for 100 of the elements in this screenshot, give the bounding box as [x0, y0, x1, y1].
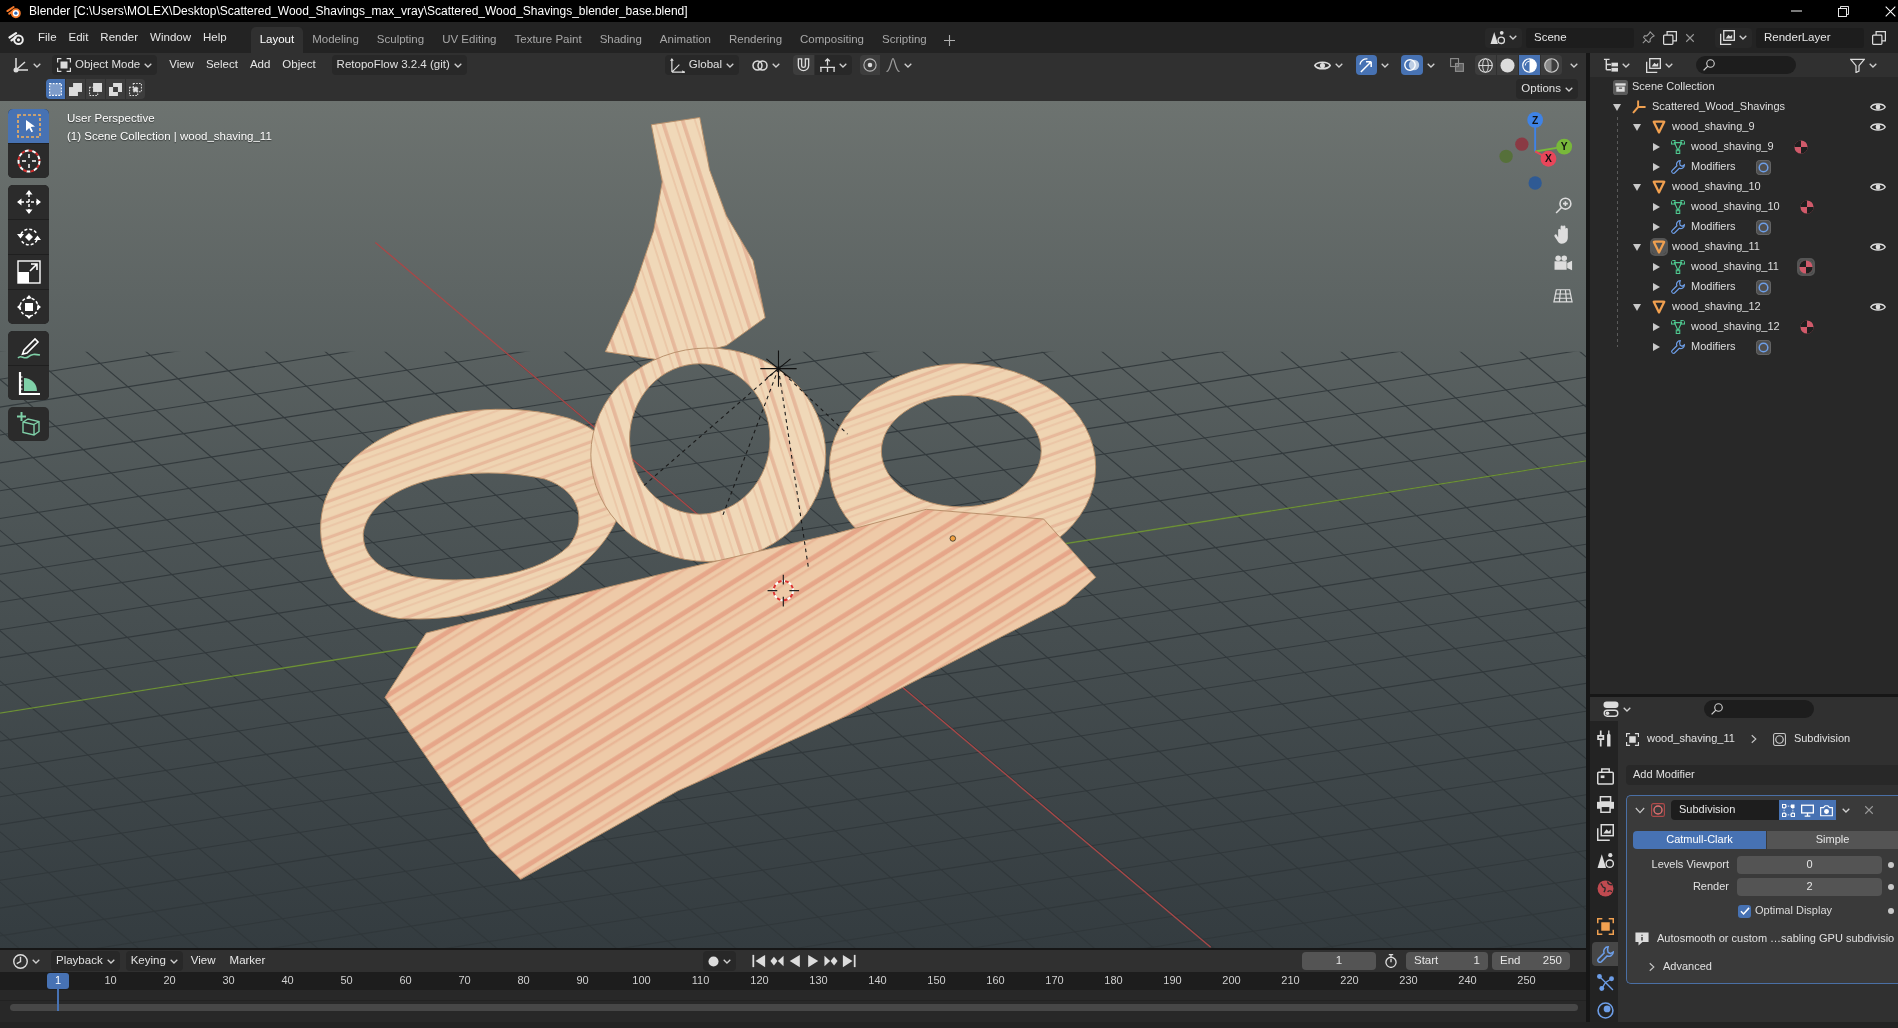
previous-keyframe-icon[interactable] [770, 954, 785, 968]
shading-mode-button[interactable] [1497, 55, 1518, 75]
number-field[interactable]: 2 [1737, 878, 1882, 896]
tool-button[interactable] [8, 331, 49, 365]
tool-button[interactable] [8, 144, 49, 178]
add-modifier-button[interactable]: Add Modifier [1626, 765, 1898, 785]
tool-button[interactable] [8, 185, 49, 219]
modifier-name-field[interactable]: Subdivision [1671, 800, 1779, 820]
outliner-item[interactable]: wood_shaving_11 [1672, 240, 1760, 254]
shading-mode-button[interactable] [1541, 55, 1562, 75]
play-reverse-icon[interactable] [788, 954, 803, 968]
shading-mode-button[interactable] [1475, 55, 1496, 75]
outliner-item[interactable]: wood_shaving_9 [1691, 140, 1774, 154]
search-field[interactable] [1696, 56, 1796, 74]
outliner-item[interactable]: wood_shaving_10 [1691, 200, 1780, 214]
disclosure-triangle-icon[interactable] [1653, 163, 1660, 171]
menu-item[interactable]: Edit [62, 30, 95, 45]
decorator-dot-icon[interactable] [1888, 862, 1894, 868]
checker-ball-icon[interactable] [1799, 320, 1814, 334]
eye-icon[interactable] [1870, 302, 1886, 312]
select-mode-button[interactable] [46, 79, 65, 99]
snap-target-menu[interactable] [815, 55, 852, 75]
outliner-item[interactable]: Modifiers [1691, 340, 1736, 354]
menu-dropdown[interactable]: Playback [51, 951, 120, 971]
decorator-dot-icon[interactable] [1888, 884, 1894, 890]
disclosure-triangle-icon[interactable] [1633, 243, 1641, 251]
workspace-tab[interactable]: Scripting [873, 27, 936, 53]
end-frame-field[interactable]: End 250 [1492, 952, 1570, 970]
menu-dropdown[interactable]: Keying [125, 951, 183, 971]
outliner-item[interactable]: wood_shaving_11 [1691, 260, 1779, 274]
circle-badge-icon[interactable] [1755, 279, 1771, 295]
search-field[interactable] [1704, 700, 1814, 718]
skip-to-start-icon[interactable] [752, 954, 767, 968]
menu-item[interactable]: Help [197, 30, 233, 45]
workspace-tab[interactable]: Texture Paint [505, 27, 591, 53]
workspace-tab[interactable]: Layout [250, 27, 304, 53]
subdivision-type-tab[interactable]: Catmull-Clark [1633, 831, 1766, 849]
disclosure-triangle-icon[interactable] [1653, 223, 1660, 231]
disclosure-triangle-icon[interactable] [1633, 303, 1641, 311]
circle-badge-icon[interactable] [1755, 159, 1771, 175]
disclosure-triangle-icon[interactable] [1653, 263, 1660, 271]
tool-button[interactable] [8, 255, 49, 289]
menu-item[interactable]: Window [144, 30, 197, 45]
number-field[interactable]: 0 [1737, 856, 1882, 874]
disclosure-triangle-icon[interactable] [1653, 143, 1660, 151]
decorator-dot-icon[interactable] [1888, 908, 1894, 914]
mode-dropdown[interactable]: Object Mode [52, 55, 158, 75]
outliner-item[interactable]: wood_shaving_12 [1691, 320, 1780, 334]
scrollbar[interactable] [10, 1004, 1578, 1011]
xray-toggle[interactable] [1447, 55, 1467, 75]
next-keyframe-icon[interactable] [824, 954, 839, 968]
caret-icon[interactable] [1570, 62, 1578, 68]
zoom-icon[interactable] [1555, 197, 1572, 214]
chevron-down-icon[interactable] [1635, 806, 1645, 814]
outliner-item[interactable]: Modifiers [1691, 220, 1736, 234]
disclosure-triangle-icon[interactable] [1653, 323, 1660, 331]
select-mode-button[interactable] [86, 79, 105, 99]
disclosure-triangle-icon[interactable] [1653, 283, 1660, 291]
render-toggle[interactable] [1817, 800, 1836, 820]
orientation-dropdown[interactable]: Global [664, 55, 739, 75]
workspace-tab[interactable]: Compositing [791, 27, 873, 53]
menu-item[interactable]: Object [276, 58, 322, 72]
circle-badge-icon[interactable] [1755, 219, 1771, 235]
checkbox[interactable] [1738, 904, 1751, 918]
record-button[interactable] [703, 951, 737, 971]
outliner-item[interactable]: Scene Collection [1632, 80, 1715, 94]
stopwatch-icon[interactable] [1384, 954, 1398, 968]
workspace-tab[interactable]: Sculpting [367, 27, 434, 53]
outliner-item[interactable]: wood_shaving_12 [1672, 300, 1761, 314]
menu-item[interactable]: Select [199, 58, 244, 72]
menu-item[interactable]: Render [94, 30, 145, 45]
plus-icon[interactable] [943, 34, 955, 46]
menu-item[interactable]: File [32, 30, 63, 45]
duplicate-icon[interactable] [1872, 30, 1886, 45]
chevron-right-icon[interactable] [1649, 962, 1655, 972]
duplicate-icon[interactable] [1663, 30, 1677, 45]
workspace-tab[interactable]: Animation [650, 27, 720, 53]
scene-name-field[interactable]: Scene [1526, 27, 1634, 48]
select-mode-button[interactable] [106, 79, 125, 99]
camera-icon[interactable] [1554, 255, 1573, 271]
options-dropdown[interactable]: Options [1516, 79, 1578, 99]
viewport-toggle[interactable] [1798, 800, 1817, 820]
outliner-item[interactable]: Modifiers [1691, 160, 1736, 174]
menu-item[interactable]: View [163, 58, 200, 72]
outliner-item[interactable]: wood_shaving_10 [1672, 180, 1761, 194]
disclosure-triangle-icon[interactable] [1653, 343, 1660, 351]
proportional-toggle[interactable] [860, 55, 880, 75]
menu-item[interactable]: Add [243, 58, 277, 72]
checker-ball-icon[interactable] [1799, 200, 1814, 214]
pin-icon[interactable] [1642, 31, 1655, 44]
select-mode-button[interactable] [126, 79, 145, 99]
z-axis-handle[interactable]: Z [1527, 112, 1543, 153]
addon-dropdown[interactable]: RetopoFlow 3.2.4 (git) [331, 55, 467, 75]
workspace-tab[interactable]: Rendering [720, 27, 792, 53]
outliner-item[interactable]: Modifiers [1691, 280, 1736, 294]
checker-ball-icon[interactable] [1798, 260, 1813, 274]
disclosure-triangle-icon[interactable] [1613, 103, 1621, 111]
caret-icon[interactable] [1427, 62, 1435, 68]
negative-axis-handle[interactable] [1515, 137, 1529, 151]
menu-item[interactable]: Marker [223, 954, 272, 968]
